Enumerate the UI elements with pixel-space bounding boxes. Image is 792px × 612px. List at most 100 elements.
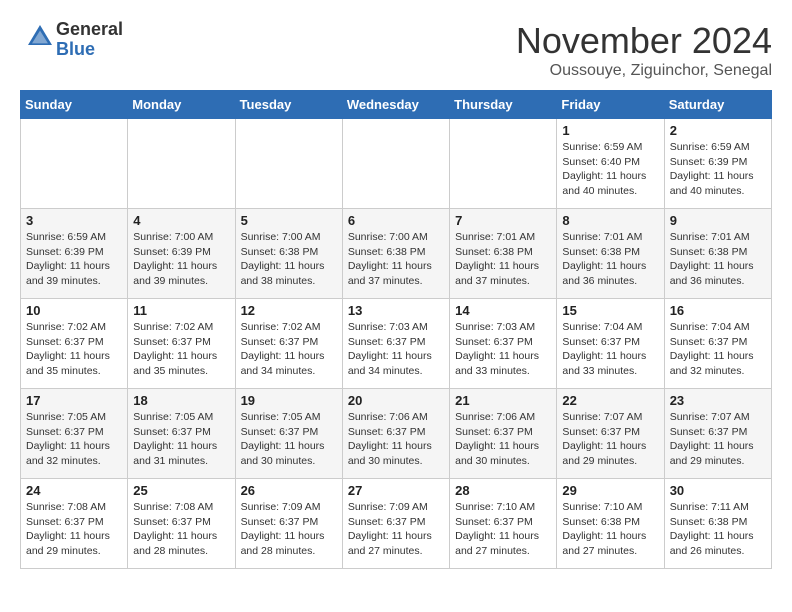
calendar-cell: 6Sunrise: 7:00 AM Sunset: 6:38 PM Daylig… (342, 209, 449, 299)
day-info: Sunrise: 7:09 AM Sunset: 6:37 PM Dayligh… (348, 500, 444, 559)
calendar-week-1: 1Sunrise: 6:59 AM Sunset: 6:40 PM Daylig… (21, 119, 772, 209)
calendar-cell: 2 Sunrise: 6:59 AM Sunset: 6:39 PM Daylig… (664, 119, 771, 209)
day-number: 5 (241, 213, 337, 228)
page-header: General Blue November 2024 Oussouye, Zig… (20, 20, 772, 80)
day-number: 2 (670, 123, 766, 138)
day-info: Sunrise: 7:01 AM Sunset: 6:38 PM Dayligh… (670, 230, 766, 289)
calendar-header-row: SundayMondayTuesdayWednesdayThursdayFrid… (21, 91, 772, 119)
day-number: 24 (26, 483, 122, 498)
day-info: Sunrise: 7:05 AM Sunset: 6:37 PM Dayligh… (133, 410, 229, 469)
calendar-week-4: 17 Sunrise: 7:05 AM Sunset: 6:37 PM Dayli… (21, 389, 772, 479)
calendar-cell: 10 Sunrise: 7:02 AM Sunset: 6:37 PM Dayli… (21, 299, 128, 389)
logo-blue: Blue (56, 40, 123, 60)
day-number: 9 (670, 213, 766, 228)
calendar-cell: 29 Sunrise: 7:10 AM Sunset: 6:38 PM Dayli… (557, 479, 664, 569)
calendar-cell: 1Sunrise: 6:59 AM Sunset: 6:40 PM Daylig… (557, 119, 664, 209)
calendar-cell: 5 Sunrise: 7:00 AM Sunset: 6:38 PM Daylig… (235, 209, 342, 299)
logo-general: General (56, 20, 123, 40)
logo: General Blue (20, 20, 123, 60)
day-number: 28 (455, 483, 551, 498)
day-info: Sunrise: 7:02 AM Sunset: 6:37 PM Dayligh… (241, 320, 337, 379)
day-info: Sunrise: 7:11 AM Sunset: 6:38 PM Dayligh… (670, 500, 766, 559)
day-number: 19 (241, 393, 337, 408)
day-info: Sunrise: 7:01 AM Sunset: 6:38 PM Dayligh… (455, 230, 551, 289)
day-info: Sunrise: 7:03 AM Sunset: 6:37 PM Dayligh… (348, 320, 444, 379)
calendar-table: SundayMondayTuesdayWednesdayThursdayFrid… (20, 90, 772, 569)
calendar-cell: 20 Sunrise: 7:06 AM Sunset: 6:37 PM Dayli… (342, 389, 449, 479)
day-number: 17 (26, 393, 122, 408)
day-info: Sunrise: 6:59 AM Sunset: 6:39 PM Dayligh… (26, 230, 122, 289)
day-info: Sunrise: 7:01 AM Sunset: 6:38 PM Dayligh… (562, 230, 658, 289)
calendar-cell: 27 Sunrise: 7:09 AM Sunset: 6:37 PM Dayli… (342, 479, 449, 569)
day-info: Sunrise: 7:06 AM Sunset: 6:37 PM Dayligh… (348, 410, 444, 469)
day-number: 16 (670, 303, 766, 318)
day-header-thursday: Thursday (450, 91, 557, 119)
day-info: Sunrise: 7:07 AM Sunset: 6:37 PM Dayligh… (562, 410, 658, 469)
day-info: Sunrise: 7:07 AM Sunset: 6:37 PM Dayligh… (670, 410, 766, 469)
location-subtitle: Oussouye, Ziguinchor, Senegal (516, 62, 772, 80)
day-number: 13 (348, 303, 444, 318)
day-number: 20 (348, 393, 444, 408)
calendar-cell: 23 Sunrise: 7:07 AM Sunset: 6:37 PM Dayli… (664, 389, 771, 479)
day-info: Sunrise: 7:10 AM Sunset: 6:37 PM Dayligh… (455, 500, 551, 559)
calendar-cell: 9 Sunrise: 7:01 AM Sunset: 6:38 PM Daylig… (664, 209, 771, 299)
day-number: 23 (670, 393, 766, 408)
day-header-friday: Friday (557, 91, 664, 119)
calendar-cell: 30 Sunrise: 7:11 AM Sunset: 6:38 PM Dayli… (664, 479, 771, 569)
calendar-cell: 24Sunrise: 7:08 AM Sunset: 6:37 PM Dayli… (21, 479, 128, 569)
month-title: November 2024 (516, 20, 772, 62)
day-number: 30 (670, 483, 766, 498)
day-info: Sunrise: 6:59 AM Sunset: 6:39 PM Dayligh… (670, 140, 766, 199)
day-header-wednesday: Wednesday (342, 91, 449, 119)
calendar-cell: 25 Sunrise: 7:08 AM Sunset: 6:37 PM Dayli… (128, 479, 235, 569)
day-info: Sunrise: 7:03 AM Sunset: 6:37 PM Dayligh… (455, 320, 551, 379)
calendar-cell: 16Sunrise: 7:04 AM Sunset: 6:37 PM Dayli… (664, 299, 771, 389)
calendar-cell: 8 Sunrise: 7:01 AM Sunset: 6:38 PM Daylig… (557, 209, 664, 299)
calendar-week-5: 24 Sunrise: 7:08 AM Sunset: 6:37 PM Dayli… (21, 479, 772, 569)
day-number: 27 (348, 483, 444, 498)
calendar-cell: 15 Sunrise: 7:04 AM Sunset: 6:37 PM Dayli… (557, 299, 664, 389)
day-number: 1 (562, 123, 658, 138)
day-header-sunday: Sunday (21, 91, 128, 119)
day-header-tuesday: Tuesday (235, 91, 342, 119)
day-number: 26 (241, 483, 337, 498)
calendar-week-2: 3 Sunrise: 6:59 AM Sunset: 6:39 PM Daylig… (21, 209, 772, 299)
day-number: 15 (562, 303, 658, 318)
title-block: November 2024 Oussouye, Ziguinchor, Sene… (516, 20, 772, 80)
calendar-cell: 21Sunrise: 7:06 AM Sunset: 6:37 PM Dayli… (450, 389, 557, 479)
day-number: 25 (133, 483, 229, 498)
calendar-cell: 22 Sunrise: 7:07 AM Sunset: 6:37 PM Dayli… (557, 389, 664, 479)
calendar-cell: 17 Sunrise: 7:05 AM Sunset: 6:37 PM Dayli… (21, 389, 128, 479)
calendar-cell (342, 119, 449, 209)
day-number: 8 (562, 213, 658, 228)
calendar-cell: 13 Sunrise: 7:03 AM Sunset: 6:37 PM Dayli… (342, 299, 449, 389)
day-number: 7 (455, 213, 551, 228)
calendar-cell: 26Sunrise: 7:09 AM Sunset: 6:37 PM Dayli… (235, 479, 342, 569)
day-info: Sunrise: 7:04 AM Sunset: 6:37 PM Dayligh… (562, 320, 658, 379)
day-info: Sunrise: 7:00 AM Sunset: 6:38 PM Dayligh… (348, 230, 444, 289)
day-number: 10 (26, 303, 122, 318)
day-number: 12 (241, 303, 337, 318)
day-info: Sunrise: 7:10 AM Sunset: 6:38 PM Dayligh… (562, 500, 658, 559)
day-number: 29 (562, 483, 658, 498)
calendar-cell: 11Sunrise: 7:02 AM Sunset: 6:37 PM Dayli… (128, 299, 235, 389)
calendar-week-3: 10 Sunrise: 7:02 AM Sunset: 6:37 PM Dayli… (21, 299, 772, 389)
calendar-cell: 28 Sunrise: 7:10 AM Sunset: 6:37 PM Dayli… (450, 479, 557, 569)
calendar-cell: 18Sunrise: 7:05 AM Sunset: 6:37 PM Dayli… (128, 389, 235, 479)
day-number: 4 (133, 213, 229, 228)
day-number: 22 (562, 393, 658, 408)
day-info: Sunrise: 7:08 AM Sunset: 6:37 PM Dayligh… (133, 500, 229, 559)
logo-text: General Blue (56, 20, 123, 60)
day-header-saturday: Saturday (664, 91, 771, 119)
day-info: Sunrise: 7:02 AM Sunset: 6:37 PM Dayligh… (133, 320, 229, 379)
day-info: Sunrise: 7:00 AM Sunset: 6:38 PM Dayligh… (241, 230, 337, 289)
day-info: Sunrise: 7:00 AM Sunset: 6:39 PM Dayligh… (133, 230, 229, 289)
day-header-monday: Monday (128, 91, 235, 119)
day-number: 21 (455, 393, 551, 408)
day-number: 3 (26, 213, 122, 228)
day-info: Sunrise: 7:05 AM Sunset: 6:37 PM Dayligh… (26, 410, 122, 469)
day-info: Sunrise: 7:02 AM Sunset: 6:37 PM Dayligh… (26, 320, 122, 379)
calendar-cell (235, 119, 342, 209)
calendar-cell: 4 Sunrise: 7:00 AM Sunset: 6:39 PM Daylig… (128, 209, 235, 299)
calendar-cell (21, 119, 128, 209)
